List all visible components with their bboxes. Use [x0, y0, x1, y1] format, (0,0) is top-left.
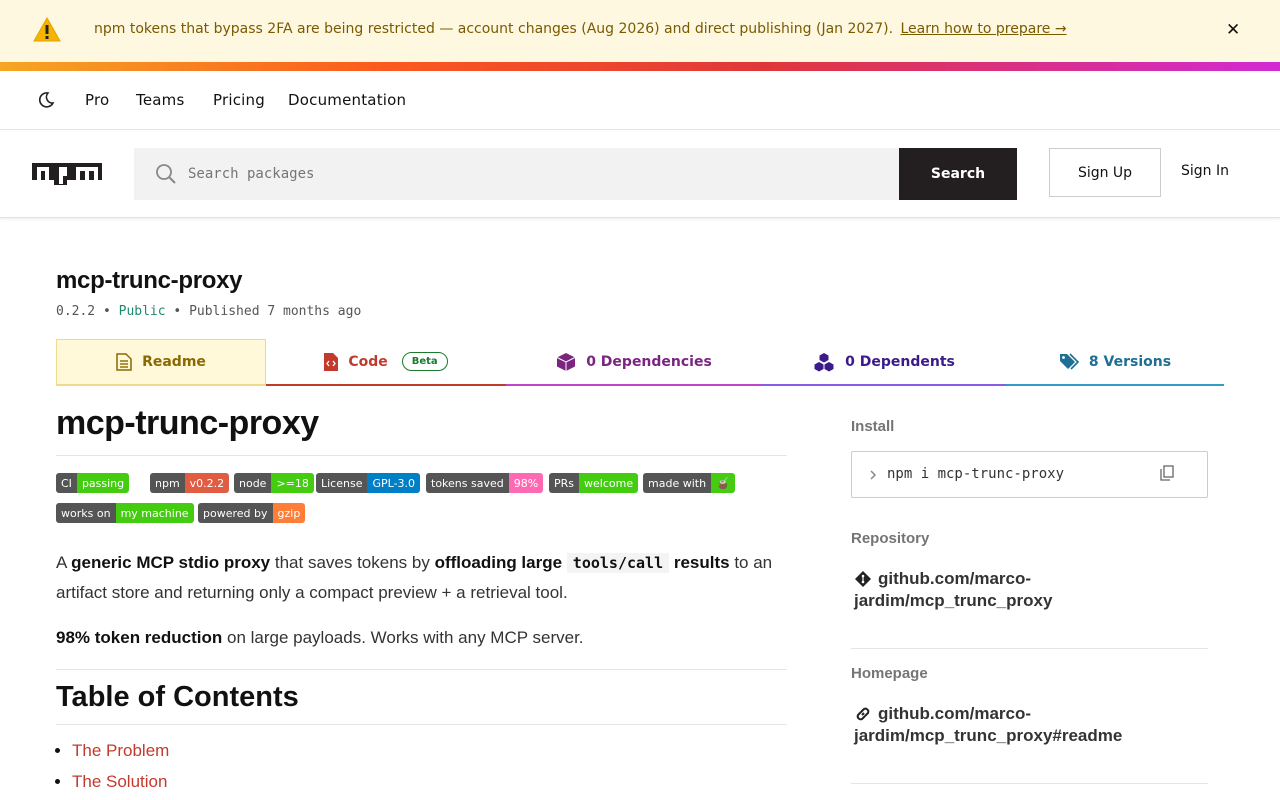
repository-label: Repository — [851, 530, 930, 547]
divider — [56, 724, 787, 725]
package-visibility: Public — [118, 304, 166, 319]
badge-node[interactable]: node >=18 — [234, 473, 314, 493]
badge-npm[interactable]: npm v0.2.2 — [150, 473, 230, 493]
banner-message: npm tokens that bypass 2FA are being res… — [94, 21, 1067, 37]
toc-link-problem[interactable]: The Problem — [72, 741, 169, 760]
badge-made-with[interactable]: made with 🧉 — [643, 473, 735, 493]
tab-dependencies[interactable]: 0 Dependencies — [506, 339, 762, 386]
search-box — [134, 148, 900, 200]
repository-url: github.com/marco-jardim/mcp_trunc_proxy — [854, 569, 1053, 610]
homepage-label: Homepage — [851, 665, 928, 682]
badge-works-on[interactable]: works on my machine — [56, 503, 194, 523]
package-published: Published 7 months ago — [189, 304, 362, 319]
list-item: The Solution — [72, 772, 169, 800]
tab-readme[interactable]: Readme — [56, 339, 266, 386]
badge-tokens-saved[interactable]: tokens saved 98% — [426, 473, 544, 493]
warning-icon — [33, 16, 61, 42]
banner-learn-link[interactable]: Learn how to prepare → — [901, 21, 1067, 37]
homepage-url: github.com/marco-jardim/mcp_trunc_proxy#… — [854, 704, 1123, 745]
install-command: npm i mcp-trunc-proxy — [887, 466, 1065, 482]
beta-badge: Beta — [401, 352, 448, 371]
list-item: The Problem — [72, 741, 169, 772]
banner-text: npm tokens that bypass 2FA are being res… — [94, 21, 894, 37]
repository-link[interactable]: github.com/marco-jardim/mcp_trunc_proxy — [854, 568, 1154, 612]
nav-teams[interactable]: Teams — [136, 91, 184, 109]
package-version: 0.2.2 — [56, 304, 96, 319]
code-file-icon — [324, 352, 339, 371]
divider — [851, 783, 1208, 784]
npm-logo[interactable] — [32, 163, 102, 185]
badge-prs[interactable]: PRs welcome — [549, 473, 639, 493]
chevron-right-icon — [870, 470, 877, 480]
boxes-icon — [814, 352, 834, 371]
tab-dependents[interactable]: 0 Dependents — [762, 339, 1006, 386]
document-icon — [116, 353, 132, 371]
copy-icon[interactable] — [1160, 465, 1174, 481]
tab-dependencies-label: 0 Dependencies — [586, 353, 712, 370]
homepage-link[interactable]: github.com/marco-jardim/mcp_trunc_proxy#… — [854, 703, 1154, 747]
badge-ci[interactable]: CI passing — [56, 473, 130, 493]
divider — [56, 669, 787, 670]
inline-code: tools/call — [566, 553, 670, 573]
tab-versions[interactable]: 8 Versions — [1006, 339, 1224, 386]
badge-powered-by[interactable]: powered by gzip — [198, 503, 306, 523]
nav-pro[interactable]: Pro — [85, 91, 109, 109]
tab-readme-label: Readme — [142, 354, 206, 370]
readme-title: mcp-trunc-proxy — [56, 404, 787, 456]
moon-icon[interactable] — [37, 91, 55, 109]
package-meta: 0.2.2 • Public • Published 7 months ago — [56, 304, 361, 319]
tab-dependents-label: 0 Dependents — [845, 353, 955, 370]
toc-link-solution[interactable]: The Solution — [72, 772, 167, 791]
box-icon — [556, 352, 576, 371]
readme-intro-paragraph: A generic MCP stdio proxy that saves tok… — [56, 553, 773, 602]
brand-gradient-bar — [0, 62, 1280, 71]
search-button[interactable]: Search — [899, 148, 1017, 200]
toc-heading: Table of Contents — [56, 681, 299, 713]
tab-versions-label: 8 Versions — [1088, 353, 1172, 370]
divider — [851, 648, 1208, 649]
top-nav: Pro Teams Pricing Documentation — [0, 71, 1280, 130]
meta-separator: • — [173, 304, 182, 319]
git-icon — [855, 571, 871, 587]
search-icon — [156, 164, 176, 184]
sign-in-link[interactable]: Sign In — [1181, 163, 1229, 179]
install-command-box[interactable]: npm i mcp-trunc-proxy — [851, 451, 1208, 498]
tab-code-label: Code — [348, 353, 388, 370]
tab-code[interactable]: Code Beta — [266, 339, 506, 386]
announcement-banner: npm tokens that bypass 2FA are being res… — [0, 0, 1280, 62]
sign-up-button[interactable]: Sign Up — [1049, 148, 1161, 197]
tags-icon — [1059, 352, 1079, 370]
search-header: Search Sign Up Sign In — [0, 130, 1280, 218]
badge-license[interactable]: License GPL-3.0 — [316, 473, 421, 493]
meta-separator: • — [102, 304, 111, 319]
install-label: Install — [851, 418, 895, 435]
toc-list: The Problem The Solution — [72, 741, 169, 800]
readme-reduction-paragraph: 98% token reduction on large payloads. W… — [56, 628, 584, 647]
nav-documentation[interactable]: Documentation — [288, 91, 406, 109]
close-icon[interactable]: ✕ — [1226, 20, 1240, 40]
nav-pricing[interactable]: Pricing — [213, 91, 265, 109]
package-name: mcp-trunc-proxy — [56, 267, 243, 294]
link-icon — [856, 707, 870, 721]
search-input[interactable] — [188, 161, 878, 187]
